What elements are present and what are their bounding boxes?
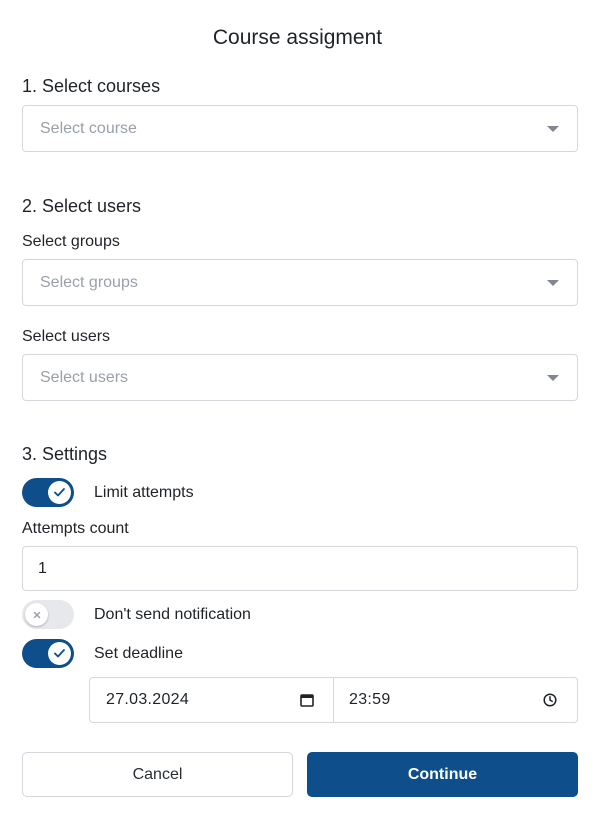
dialog-title: Course assigment	[212, 26, 383, 49]
continue-button[interactable]: Continue	[307, 752, 578, 797]
chevron-down-icon	[547, 280, 559, 286]
dont-send-notification-label: Don't send notification	[94, 606, 251, 623]
check-icon	[48, 642, 71, 665]
attempts-count-value: 1	[38, 560, 47, 577]
chevron-down-icon	[547, 126, 559, 132]
users-select[interactable]: Select users	[22, 354, 578, 401]
attempts-count-input[interactable]: 1	[22, 546, 578, 591]
limit-attempts-toggle[interactable]	[22, 478, 74, 507]
set-deadline-toggle[interactable]	[22, 639, 74, 668]
check-icon	[48, 481, 71, 504]
section-heading-settings: 3. Settings	[22, 444, 108, 464]
x-icon	[25, 603, 48, 626]
section-heading-users: 2. Select users	[22, 196, 142, 216]
clock-icon[interactable]	[543, 693, 557, 712]
divider	[333, 678, 334, 722]
groups-label: Select groups	[22, 233, 120, 250]
deadline-time-input[interactable]: 23:59	[349, 678, 391, 722]
users-select-placeholder: Select users	[40, 369, 129, 386]
chevron-down-icon	[547, 375, 559, 381]
groups-select-placeholder: Select groups	[40, 274, 138, 291]
cancel-button[interactable]: Cancel	[22, 752, 293, 797]
dont-send-notification-toggle[interactable]	[22, 600, 74, 629]
groups-select[interactable]: Select groups	[22, 259, 578, 306]
course-select-placeholder: Select course	[40, 120, 137, 137]
limit-attempts-label: Limit attempts	[94, 484, 194, 501]
set-deadline-label: Set deadline	[94, 645, 183, 662]
deadline-date-input[interactable]: 27.03.2024	[106, 678, 189, 722]
section-heading-courses: 1. Select courses	[22, 76, 161, 96]
deadline-picker: 27.03.2024 23:59	[89, 677, 578, 723]
course-select[interactable]: Select course	[22, 105, 578, 152]
attempts-count-label: Attempts count	[22, 520, 129, 537]
calendar-icon[interactable]	[300, 693, 314, 712]
users-label: Select users	[22, 328, 111, 345]
